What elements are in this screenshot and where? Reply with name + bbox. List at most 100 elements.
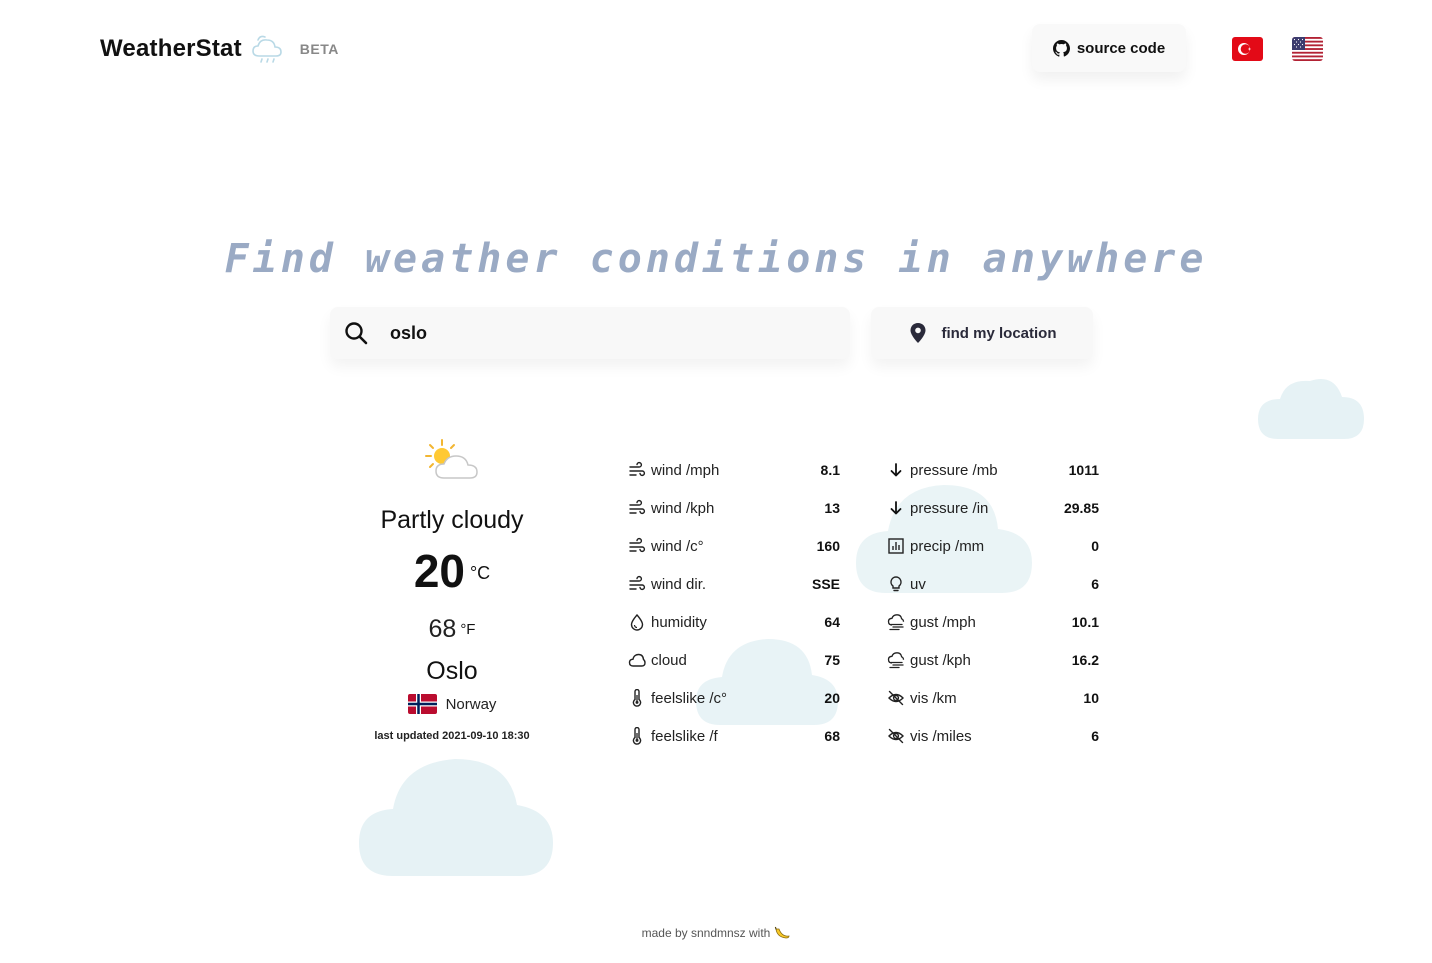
arrow-down-icon <box>890 501 902 515</box>
eye-off-icon <box>888 690 904 706</box>
city-name: Oslo <box>426 657 478 685</box>
stat-row: feelslike /f 68 <box>628 717 840 755</box>
stat-label: wind /c° <box>651 537 704 555</box>
partly-cloudy-icon <box>425 439 478 479</box>
stat-row: humidity 64 <box>628 603 840 641</box>
current-weather: Partly cloudy 20 °C 68 °F Oslo Norway la… <box>352 436 552 742</box>
bar-chart-icon <box>888 538 904 554</box>
gust-icon <box>887 652 905 669</box>
stat-label: cloud <box>651 651 687 669</box>
stat-label: pressure /mb <box>910 461 998 479</box>
beta-badge: BETA <box>299 41 339 57</box>
stat-label: feelslike /c° <box>651 689 728 707</box>
stat-value: 16.2 <box>1071 652 1099 668</box>
source-code-button[interactable]: source code <box>1032 24 1186 72</box>
stat-row: vis /km 10 <box>887 679 1099 717</box>
cloud-rain-icon <box>251 35 282 63</box>
stat-row: pressure /mb 1011 <box>887 451 1099 489</box>
github-icon <box>1052 39 1070 57</box>
cloud-icon <box>628 653 646 667</box>
location-pin-icon <box>910 323 926 343</box>
footer: made by snndmnsz with <box>0 925 1432 941</box>
stat-label: gust /kph <box>910 651 971 669</box>
stat-value: 29.85 <box>1063 500 1099 516</box>
wind-icon <box>629 499 646 515</box>
stat-value: SSE <box>811 576 840 592</box>
thermometer-icon <box>632 727 642 745</box>
stat-row: vis /miles 6 <box>887 717 1099 755</box>
stat-row: precip /mm 0 <box>887 527 1099 565</box>
weather-condition: Partly cloudy <box>380 506 524 534</box>
stat-row: gust /kph 16.2 <box>887 641 1099 679</box>
stat-value: 64 <box>824 614 840 630</box>
hero-title: Find weather conditions in anywhere <box>224 236 1208 282</box>
usa-flag-icon[interactable] <box>1292 37 1323 61</box>
stat-label: vis /km <box>910 689 957 707</box>
stat-value: 8.1 <box>820 462 840 478</box>
footer-text: made by snndmnsz with <box>641 926 771 940</box>
stat-row: cloud 75 <box>628 641 840 679</box>
stat-value: 75 <box>824 652 840 668</box>
last-updated: last updated 2021-09-10 18:30 <box>374 730 530 742</box>
wind-icon <box>629 461 646 477</box>
stat-value: 160 <box>816 538 840 554</box>
temperature-celsius-value: 20 <box>413 545 465 597</box>
stat-label: wind /mph <box>651 461 720 479</box>
stat-row: feelslike /c° 20 <box>628 679 840 717</box>
fahrenheit-unit: °F <box>460 621 476 638</box>
search-box[interactable] <box>330 307 850 359</box>
eye-off-icon <box>888 728 904 744</box>
stat-label: vis /miles <box>910 727 972 745</box>
wind-icon <box>629 537 646 553</box>
stat-row: pressure /in 29.85 <box>887 489 1099 527</box>
decorative-cloud-bottom-left <box>359 759 553 876</box>
brand-name[interactable]: WeatherStat <box>100 35 242 63</box>
country-name: Norway <box>445 695 497 713</box>
stat-value: 20 <box>824 690 840 706</box>
stat-value: 10 <box>1083 690 1099 706</box>
decorative-cloud-right <box>1258 379 1364 439</box>
temperature-celsius: 20 °C <box>352 547 552 595</box>
stat-row: gust /mph 10.1 <box>887 603 1099 641</box>
stat-value: 10.1 <box>1071 614 1099 630</box>
thermometer-icon <box>632 689 642 707</box>
wind-icon <box>629 575 646 591</box>
stats-column-left: wind /mph 8.1 wind /kph 13 wind /c° 160 wind d… <box>628 451 840 755</box>
brand[interactable]: WeatherStat BETA <box>100 32 339 66</box>
droplet-icon <box>630 613 644 631</box>
stat-label: wind dir. <box>651 575 707 593</box>
stat-row: wind /kph 13 <box>628 489 840 527</box>
stat-row: wind /mph 8.1 <box>628 451 840 489</box>
stat-label: precip /mm <box>910 537 985 555</box>
celsius-unit: °C <box>469 563 491 583</box>
stat-row: uv 6 <box>887 565 1099 603</box>
stat-value: 0 <box>1091 538 1099 554</box>
banana-icon <box>775 926 790 939</box>
stat-value: 13 <box>824 500 840 516</box>
search-input[interactable] <box>390 322 810 344</box>
gust-icon <box>887 614 905 631</box>
source-code-label: source code <box>1076 39 1166 57</box>
norway-flag-icon <box>407 694 437 714</box>
stat-value: 6 <box>1091 728 1099 744</box>
stat-value: 68 <box>824 728 840 744</box>
temperature-fahrenheit-value: 68 <box>428 615 457 643</box>
stat-label: humidity <box>651 613 707 631</box>
header: WeatherStat BETA source code <box>0 0 1432 100</box>
search-icon <box>345 322 368 345</box>
stat-label: gust /mph <box>910 613 976 631</box>
bulb-icon <box>890 576 902 592</box>
turkey-flag-icon[interactable] <box>1232 37 1263 61</box>
country: Norway <box>352 694 552 714</box>
find-my-location-button[interactable]: find my location <box>871 307 1093 359</box>
stat-label: wind /kph <box>651 499 715 517</box>
stat-value: 6 <box>1091 576 1099 592</box>
stat-row: wind /c° 160 <box>628 527 840 565</box>
stat-label: pressure /in <box>910 499 989 517</box>
stat-row: wind dir. SSE <box>628 565 840 603</box>
temperature-fahrenheit: 68 °F <box>352 615 552 643</box>
stat-value: 1011 <box>1068 462 1099 478</box>
find-my-location-label: find my location <box>941 324 1057 342</box>
arrow-down-icon <box>890 463 902 477</box>
stat-label: uv <box>910 575 926 593</box>
